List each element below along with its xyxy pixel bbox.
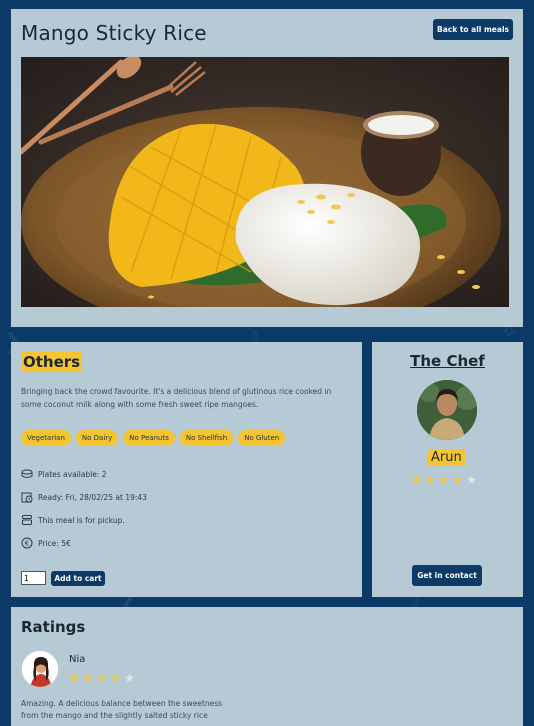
- price-row: € Price: 5€: [21, 537, 71, 549]
- tag-vegetarian: Vegetarian: [21, 430, 71, 446]
- tag-no-dairy: No Dairy: [75, 430, 119, 446]
- star-icon: ★: [452, 473, 464, 487]
- tag-no-peanuts: No Peanuts: [123, 430, 175, 446]
- euro-icon: €: [21, 537, 33, 549]
- star-icon: ★: [124, 671, 135, 685]
- chef-rating-stars: ★ ★ ★ ★ ★: [411, 473, 477, 487]
- plates-available-text: Plates available: 2: [38, 469, 107, 479]
- get-in-contact-button[interactable]: Get in contact: [412, 565, 482, 586]
- back-to-meals-button[interactable]: Back to all meals: [433, 19, 513, 40]
- dietary-tags: Vegetarian No Dairy No Peanuts No Shellf…: [21, 430, 286, 446]
- ratings-heading: Ratings: [21, 618, 86, 636]
- chef-heading: The Chef: [410, 352, 485, 370]
- calendar-clock-icon: [21, 491, 33, 503]
- pickup-text: This meal is for pickup.: [38, 515, 125, 525]
- plates-icon: [21, 468, 33, 480]
- star-icon: ★: [424, 473, 436, 487]
- star-icon: ★: [438, 473, 450, 487]
- star-icon: ★: [466, 473, 477, 487]
- details-heading: Others: [21, 352, 83, 372]
- svg-text:€: €: [25, 540, 29, 548]
- chef-card: The Chef Arun ★ ★ ★ ★ ★ Get in contact: [372, 342, 523, 597]
- tag-no-gluten: No Gluten: [238, 430, 286, 446]
- meal-header-card: Mango Sticky Rice Back to all meals: [11, 9, 523, 327]
- star-icon: ★: [69, 671, 80, 685]
- page-title: Mango Sticky Rice: [21, 21, 207, 45]
- ratings-card: Ratings Nia ★ ★ ★ ★ ★ Amazing. A delicio…: [11, 607, 523, 726]
- chef-name: Arun: [428, 449, 465, 466]
- chef-avatar: [417, 380, 477, 440]
- meal-details-card: Others Bringing back the crowd favourite…: [11, 342, 362, 597]
- review-rating-stars: ★ ★ ★ ★ ★: [69, 671, 135, 685]
- meal-description: Bringing back the crowd favourite. It's …: [21, 387, 332, 409]
- reviewer-name: Nia: [69, 654, 86, 665]
- reviewer-avatar: [21, 650, 59, 688]
- ready-time-row: Ready: Fri, 28/02/25 at 19:43: [21, 491, 147, 503]
- star-icon: ★: [82, 671, 94, 685]
- meal-image: [21, 57, 509, 307]
- pickup-row: This meal is for pickup.: [21, 514, 125, 526]
- tag-no-shellfish: No Shellfish: [179, 430, 234, 446]
- star-icon: ★: [96, 671, 108, 685]
- quantity-input[interactable]: [21, 571, 46, 585]
- add-to-cart-button[interactable]: Add to cart: [51, 571, 105, 586]
- ready-time-text: Ready: Fri, 28/02/25 at 19:43: [38, 492, 147, 502]
- plates-available-row: Plates available: 2: [21, 468, 107, 480]
- price-text: Price: 5€: [38, 538, 71, 548]
- star-icon: ★: [411, 473, 422, 487]
- review-text: Amazing. A delicious balance between the…: [21, 699, 223, 720]
- star-icon: ★: [110, 671, 122, 685]
- pickup-icon: [21, 514, 33, 526]
